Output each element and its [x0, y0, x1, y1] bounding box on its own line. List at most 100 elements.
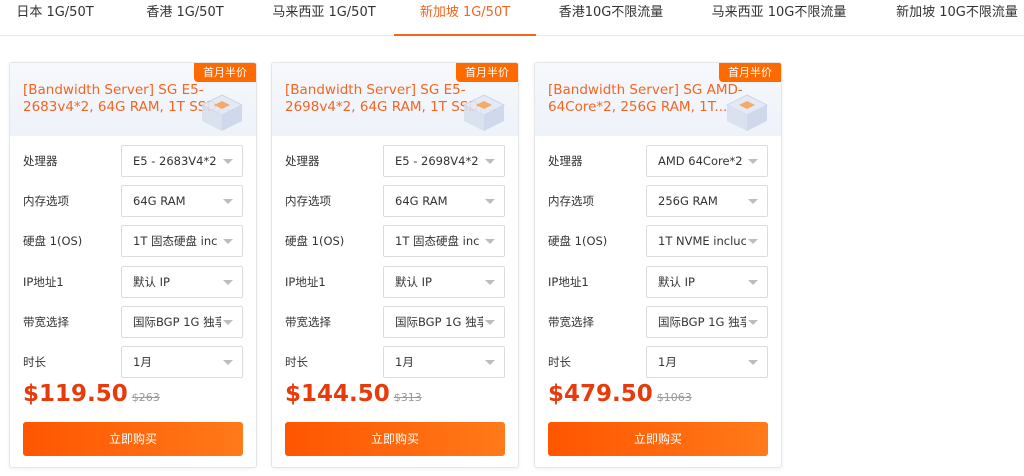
tab-singapore-10g[interactable]: 新加坡 10G不限流量 — [890, 0, 1024, 36]
cpu-option-row: 处理器 AMD 64Core*2 — [548, 145, 768, 177]
select-value: 1月 — [395, 355, 414, 369]
current-price: $479.50 — [548, 381, 653, 407]
bandwidth-select[interactable]: 国际BGP 1G 独享 — [121, 306, 243, 338]
tab-hongkong-1g[interactable]: 香港 1G/50T — [140, 0, 230, 36]
disk-option-row: 硬盘 1(OS) 1T 固态硬盘 inc — [23, 225, 243, 257]
chevron-down-icon — [223, 239, 233, 244]
original-price: $1063 — [656, 391, 692, 404]
tab-malaysia-10g[interactable]: 马来西亚 10G不限流量 — [704, 0, 854, 36]
chevron-down-icon — [748, 159, 758, 164]
duration-select[interactable]: 1月 — [121, 346, 243, 378]
current-price: $119.50 — [23, 381, 128, 407]
tab-singapore-1g[interactable]: 新加坡 1G/50T — [394, 0, 536, 36]
option-label: 带宽选择 — [23, 315, 69, 329]
select-value: E5 - 2683V4*2 — [133, 154, 217, 168]
active-tab-indicator — [394, 34, 536, 36]
ip-option-row: IP地址1 默认 IP — [285, 266, 505, 298]
memory-option-row: 内存选项 64G RAM — [23, 185, 243, 217]
chevron-down-icon — [748, 199, 758, 204]
select-value: 1T NVME incluc — [658, 234, 746, 248]
select-value: 1月 — [133, 355, 152, 369]
cpu-select[interactable]: E5 - 2698V4*2 — [383, 145, 505, 177]
select-value: 256G RAM — [658, 194, 718, 208]
option-label: IP地址1 — [285, 275, 326, 289]
promo-badge: 首月半价 — [194, 63, 256, 82]
original-price: $263 — [131, 391, 160, 404]
tab-hongkong-10g[interactable]: 香港10G不限流量 — [552, 0, 670, 36]
disk-select[interactable]: 1T NVME incluc — [646, 225, 768, 257]
server-illustration-icon — [725, 94, 769, 131]
bandwidth-option-row: 带宽选择 国际BGP 1G 独享 — [23, 306, 243, 338]
chevron-down-icon — [485, 360, 495, 365]
option-label: 硬盘 1(OS) — [285, 234, 345, 248]
bandwidth-option-row: 带宽选择 国际BGP 1G 独享 — [285, 306, 505, 338]
option-label: IP地址1 — [548, 275, 589, 289]
memory-select[interactable]: 64G RAM — [383, 185, 505, 217]
memory-option-row: 内存选项 64G RAM — [285, 185, 505, 217]
disk-select[interactable]: 1T 固态硬盘 inc — [383, 225, 505, 257]
option-label: 带宽选择 — [285, 315, 331, 329]
buy-now-button[interactable]: 立即购买 — [23, 422, 243, 456]
select-value: 1T 固态硬盘 inc — [133, 234, 218, 248]
ip-select[interactable]: 默认 IP — [646, 266, 768, 298]
disk-option-row: 硬盘 1(OS) 1T NVME incluc — [548, 225, 768, 257]
option-label: 带宽选择 — [548, 315, 594, 329]
option-label: 时长 — [23, 355, 46, 369]
tab-malaysia-1g[interactable]: 马来西亚 1G/50T — [262, 0, 386, 36]
chevron-down-icon — [223, 199, 233, 204]
chevron-down-icon — [485, 159, 495, 164]
promo-badge: 首月半价 — [719, 63, 781, 82]
disk-option-row: 硬盘 1(OS) 1T 固态硬盘 inc — [285, 225, 505, 257]
select-value: 国际BGP 1G 独享 — [133, 315, 221, 329]
product-card: 首月半价 [Bandwidth Server] SG AMD-64Core*2,… — [534, 62, 782, 468]
select-value: 国际BGP 1G 独享 — [658, 315, 746, 329]
price-block: $119.50 $263 — [23, 381, 160, 411]
duration-select[interactable]: 1月 — [646, 346, 768, 378]
option-label: 内存选项 — [285, 194, 331, 208]
original-price: $313 — [393, 391, 422, 404]
buy-now-button[interactable]: 立即购买 — [285, 422, 505, 456]
select-value: 64G RAM — [395, 194, 448, 208]
tab-japan-1g[interactable]: 日本 1G/50T — [14, 0, 96, 36]
bandwidth-select[interactable]: 国际BGP 1G 独享 — [383, 306, 505, 338]
ip-option-row: IP地址1 默认 IP — [23, 266, 243, 298]
chevron-down-icon — [485, 199, 495, 204]
duration-option-row: 时长 1月 — [548, 346, 768, 378]
memory-option-row: 内存选项 256G RAM — [548, 185, 768, 217]
card-header: 首月半价 [Bandwidth Server] SG AMD-64Core*2,… — [535, 63, 781, 136]
server-illustration-icon — [200, 94, 244, 131]
promo-badge: 首月半价 — [456, 63, 518, 82]
bandwidth-option-row: 带宽选择 国际BGP 1G 独享 — [548, 306, 768, 338]
option-label: 处理器 — [548, 154, 583, 168]
chevron-down-icon — [223, 320, 233, 325]
chevron-down-icon — [748, 280, 758, 285]
memory-select[interactable]: 256G RAM — [646, 185, 768, 217]
cpu-select[interactable]: E5 - 2683V4*2 — [121, 145, 243, 177]
select-value: 64G RAM — [133, 194, 186, 208]
card-header: 首月半价 [Bandwidth Server] SG E5-2698v4*2, … — [272, 63, 518, 136]
chevron-down-icon — [485, 320, 495, 325]
ip-select[interactable]: 默认 IP — [121, 266, 243, 298]
option-label: IP地址1 — [23, 275, 64, 289]
option-label: 硬盘 1(OS) — [548, 234, 608, 248]
option-label: 内存选项 — [23, 194, 69, 208]
current-price: $144.50 — [285, 381, 390, 407]
disk-select[interactable]: 1T 固态硬盘 inc — [121, 225, 243, 257]
region-tabs: 日本 1G/50T 香港 1G/50T 马来西亚 1G/50T 新加坡 1G/5… — [0, 0, 1024, 36]
bandwidth-select[interactable]: 国际BGP 1G 独享 — [646, 306, 768, 338]
cpu-option-row: 处理器 E5 - 2698V4*2 — [285, 145, 505, 177]
chevron-down-icon — [748, 239, 758, 244]
memory-select[interactable]: 64G RAM — [121, 185, 243, 217]
duration-select[interactable]: 1月 — [383, 346, 505, 378]
server-illustration-icon — [462, 94, 506, 131]
cpu-select[interactable]: AMD 64Core*2 — [646, 145, 768, 177]
product-card: 首月半价 [Bandwidth Server] SG E5-2698v4*2, … — [271, 62, 519, 468]
buy-now-button[interactable]: 立即购买 — [548, 422, 768, 456]
ip-select[interactable]: 默认 IP — [383, 266, 505, 298]
option-label: 硬盘 1(OS) — [23, 234, 83, 248]
select-value: 默认 IP — [395, 275, 432, 289]
select-value: E5 - 2698V4*2 — [395, 154, 479, 168]
chevron-down-icon — [485, 239, 495, 244]
chevron-down-icon — [748, 360, 758, 365]
select-value: 默认 IP — [133, 275, 170, 289]
